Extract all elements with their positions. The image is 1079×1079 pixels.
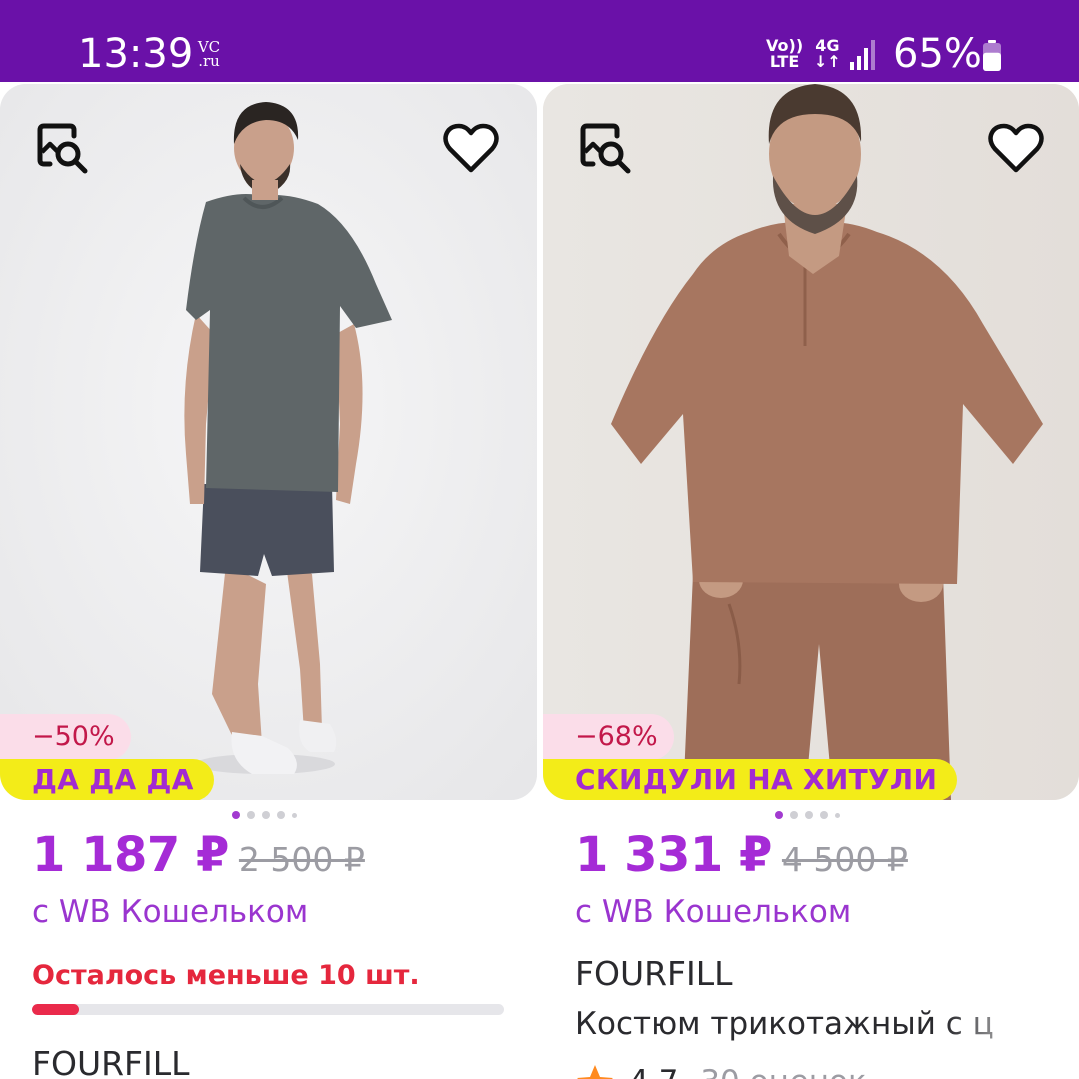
image-search-icon[interactable] xyxy=(34,120,92,178)
gallery-dot xyxy=(262,811,270,819)
old-price: 4 500 ₽ xyxy=(781,840,908,879)
product-photo-illustration xyxy=(543,84,1079,800)
wallet-note: с WB Кошельком xyxy=(575,894,852,930)
status-bar: 13:39 VC .ru Vo)) LTE 4G ↓↑ 65% xyxy=(0,0,1079,82)
status-time: 13:39 xyxy=(78,31,194,77)
volte-bottom: LTE xyxy=(769,52,800,71)
heart-outline-icon[interactable] xyxy=(987,120,1045,178)
brand-name: FOURFILL xyxy=(575,954,733,993)
signal-bars-icon xyxy=(850,40,875,70)
star-icon xyxy=(577,1065,613,1079)
product-card[interactable]: −50% ДА ДА ДА 1 187 ₽2 500 ₽ с WB Кошель… xyxy=(0,84,537,1079)
product-photo[interactable]: −68% СКИДУЛИ НА ХИТУЛИ xyxy=(543,84,1079,800)
gallery-dot xyxy=(820,811,828,819)
vc-badge-bottom: .ru xyxy=(198,52,220,70)
gallery-dot xyxy=(775,811,783,819)
product-title[interactable]: Костюм трикотажный с ц xyxy=(575,1004,1050,1044)
heart-outline-icon[interactable] xyxy=(442,120,500,178)
vc-ru-notification-icon: VC .ru xyxy=(194,40,224,70)
brand-name: FOURFILL xyxy=(32,1044,190,1079)
gallery-dots xyxy=(232,810,297,820)
gallery-dot xyxy=(790,811,798,819)
gallery-dot xyxy=(835,812,840,818)
product-photo-illustration xyxy=(0,84,537,800)
gallery-dot xyxy=(247,811,255,819)
price-row: 1 331 ₽4 500 ₽ xyxy=(575,826,908,889)
promo-badge: СКИДУЛИ НА ХИТУЛИ xyxy=(543,759,958,800)
discount-badge: −50% xyxy=(0,714,131,760)
gallery-dot xyxy=(805,811,813,819)
stock-progress-fill xyxy=(32,1004,80,1015)
reviews-count: 30 оценок xyxy=(700,1064,866,1079)
gallery-dot xyxy=(232,811,240,819)
old-price: 2 500 ₽ xyxy=(238,840,365,879)
volte-icon: Vo)) LTE xyxy=(766,38,803,70)
product-photo[interactable]: −50% ДА ДА ДА xyxy=(0,84,537,800)
rating-row: 4,7 30 оценок xyxy=(575,1062,867,1079)
discount-badge: −68% xyxy=(543,714,674,760)
gallery-dots xyxy=(775,810,840,820)
image-search-icon[interactable] xyxy=(577,120,635,178)
wallet-note: с WB Кошельком xyxy=(32,894,309,930)
network-type-icon: 4G ↓↑ xyxy=(814,38,841,70)
price-row: 1 187 ₽2 500 ₽ xyxy=(32,826,365,889)
stock-warning: Осталось меньше 10 шт. xyxy=(32,960,420,991)
stock-progress-bar xyxy=(32,1004,504,1015)
battery-percent: 65% xyxy=(893,31,982,77)
gallery-dot xyxy=(292,812,297,818)
gallery-dot xyxy=(277,811,285,819)
promo-badge: ДА ДА ДА xyxy=(0,759,214,800)
current-price: 1 187 ₽ xyxy=(32,827,229,883)
product-card[interactable]: −68% СКИДУЛИ НА ХИТУЛИ 1 331 ₽4 500 ₽ с … xyxy=(543,84,1079,1079)
current-price: 1 331 ₽ xyxy=(575,827,772,883)
network-arrows: ↓↑ xyxy=(814,52,841,71)
rating-value: 4,7 xyxy=(629,1064,678,1079)
battery-icon xyxy=(983,40,1001,71)
